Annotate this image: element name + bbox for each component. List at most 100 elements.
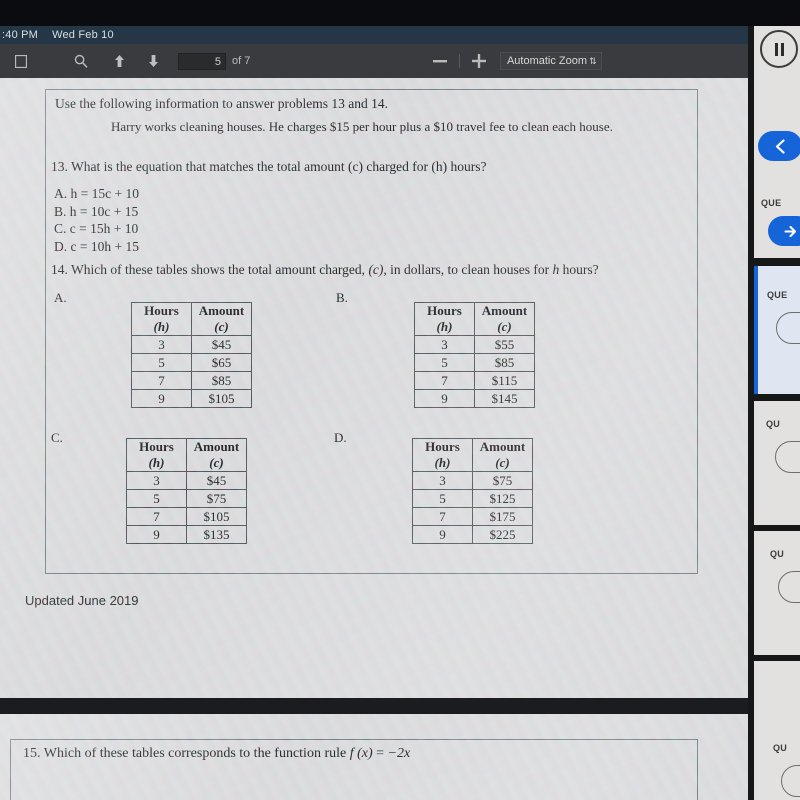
question-14-prompt: 14. Which of these tables shows the tota… [51,262,599,278]
cell-hours: 7 [414,371,475,390]
choice-b: B. h = 10c + 15 [54,203,139,219]
table-header-row2: (h) (c) [131,319,252,336]
header-amount-var: (c) [186,455,247,472]
cell-amount: $125 [472,489,533,508]
cell-amount: $135 [186,525,247,544]
answer-bubble[interactable] [776,312,800,344]
header-amount-var: (c) [474,319,535,336]
sidebar-card-3[interactable]: QU [754,401,800,525]
next-question-button[interactable] [768,216,800,246]
worksheet-content-box: Use the following information to answer … [45,89,698,574]
zoom-level-select[interactable]: Automatic Zoom ⇅ [499,52,602,70]
header-amount: Amount [191,302,252,319]
table-row: 9 $135 [126,525,247,544]
header-hours-var: (h) [414,319,475,336]
table-row: 7 $175 [412,507,533,526]
cell-hours: 5 [131,353,192,372]
search-icon[interactable] [68,50,94,72]
table-row: 7 $105 [126,507,247,526]
table-row: 7 $115 [414,371,535,390]
table-row: 7 $85 [131,371,252,390]
sidebar-card-5[interactable]: QU [754,661,800,800]
table-header-row: Hours Amount [412,438,533,455]
pdf-viewer[interactable]: Use the following information to answer … [0,78,748,800]
choice-c: C. c = 15h + 10 [54,221,139,236]
header-hours: Hours [126,438,187,455]
sidebar-card-top: QUE [754,26,800,258]
sidebar-item-label: QUE [767,290,788,300]
sidebar-item-label: QU [770,549,785,559]
question-15-prompt: 15. Which of these tables corresponds to… [23,746,410,762]
cell-hours: 7 [131,371,192,390]
right-sidebar[interactable]: QUE QUE QU QU QU [748,26,800,800]
cell-amount: $175 [472,507,533,526]
sidebar-toggle-icon[interactable] [8,50,34,72]
cell-amount: $45 [186,471,247,490]
arrow-right-icon [783,225,796,237]
cell-hours: 9 [131,389,192,408]
table-row: 3 $45 [131,335,252,354]
table-row: 9 $145 [414,389,535,408]
cell-hours: 5 [412,489,473,508]
question-15-function-notation: f (x) [349,746,373,761]
choice-d: D. c = 10h + 15 [54,238,139,254]
cell-amount: $115 [474,371,535,390]
header-amount: Amount [186,438,247,455]
table-row: 3 $55 [414,335,535,354]
page-total-label: of 7 [232,55,251,67]
cell-amount: $75 [186,489,247,508]
question-13-prompt: 13. What is the equation that matches th… [51,159,487,174]
cell-amount: $145 [474,389,535,408]
header-amount-var: (c) [472,455,533,472]
header-hours: Hours [131,302,192,319]
table-header-row: Hours Amount [414,302,535,319]
cell-hours: 3 [126,471,187,490]
sidebar-item-label: QU [766,419,781,429]
question-15-expression: −2x [387,746,411,761]
option-table-d: Hours Amount (h) (c) 3 $75 5 $125 7 $175 9 $… [412,438,533,544]
answer-bubble[interactable] [778,571,800,603]
pdf-page-next: 15. Which of these tables corresponds to… [0,714,748,800]
cell-amount: $55 [474,335,535,354]
screen-photo: :40 PM Wed Feb 10 5 of 7 Automatic Zoom … [0,0,800,800]
sidebar-card-selected[interactable]: QUE [754,266,800,394]
table-row: 5 $125 [412,489,533,508]
cell-hours: 9 [414,389,475,408]
header-amount: Amount [472,438,533,455]
option-label-d: D. [334,430,347,445]
zoom-out-button[interactable] [427,50,453,72]
header-amount-var: (c) [191,319,252,336]
story-problem-text: Harry works cleaning houses. He charges … [111,119,613,134]
cell-hours: 3 [414,335,475,354]
question-14-prompt-part2: , in dollars, to clean houses for [383,262,550,277]
answer-bubble[interactable] [781,765,800,797]
os-status-bar: :40 PM Wed Feb 10 [0,26,800,44]
zoom-level-label: Automatic Zoom [506,55,588,67]
sidebar-card-4[interactable]: QU [754,531,800,655]
table-header-row2: (h) (c) [414,319,535,336]
header-hours-var: (h) [131,319,192,336]
device-bezel-top [0,0,800,26]
option-table-a: Hours Amount (h) (c) 3 $45 5 $65 7 $85 9 $10… [131,302,252,408]
sidebar-item-label: QU [773,743,788,753]
page-number-input[interactable]: 5 [178,52,226,70]
option-label-a: A. [54,290,67,305]
cell-hours: 7 [412,507,473,526]
cell-hours: 3 [412,471,473,490]
pdf-toolbar: 5 of 7 Automatic Zoom ⇅ » [0,44,800,79]
arrow-up-icon[interactable] [106,50,132,72]
option-label-b: B. [336,290,348,305]
zoom-in-button[interactable] [466,50,492,72]
answer-bubble[interactable] [775,441,800,473]
choice-a: A. h = 15c + 10 [54,186,139,201]
table-header-row: Hours Amount [131,302,252,319]
header-hours-var: (h) [126,455,187,472]
table-row: 5 $65 [131,353,252,372]
arrow-down-icon[interactable] [140,50,166,72]
pause-icon[interactable] [760,30,798,68]
table-row: 9 $225 [412,525,533,544]
table-row: 3 $75 [412,471,533,490]
question-14-variable-c: (c) [368,262,384,277]
cell-amount: $85 [474,353,535,372]
previous-question-button[interactable] [758,131,800,161]
